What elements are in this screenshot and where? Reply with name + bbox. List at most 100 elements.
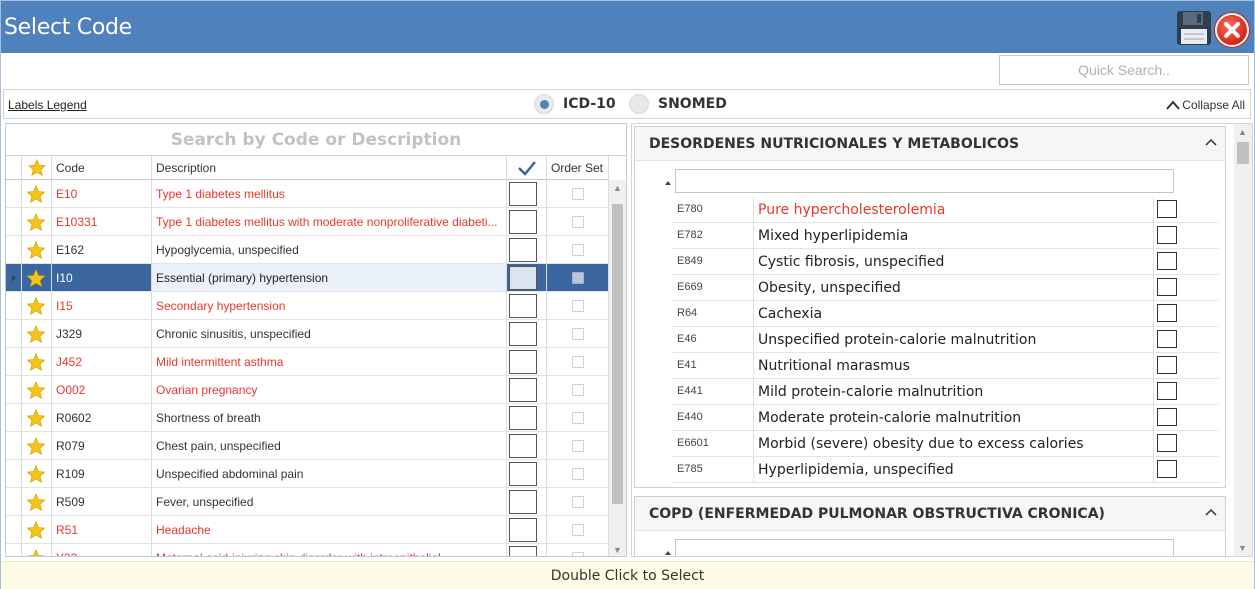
star-icon[interactable] (26, 185, 46, 203)
item-checkbox[interactable] (1157, 330, 1177, 348)
code-column-header[interactable]: Code (52, 156, 152, 179)
star-icon[interactable] (26, 325, 46, 343)
group-header[interactable]: COPD (ENFERMEDAD PULMONAR OBSTRUCTIVA CR… (635, 497, 1225, 531)
snomed-radio-label[interactable]: SNOMED (658, 96, 727, 112)
code-cell[interactable]: R109 (52, 460, 152, 487)
icd10-radio-label[interactable]: ICD-10 (563, 96, 616, 112)
grid-scrollbar-thumb[interactable] (612, 204, 623, 504)
grid-scrollbar[interactable]: ▲ ▼ (609, 180, 626, 556)
description-cell[interactable]: Unspecified abdominal pain (152, 460, 507, 487)
order-set-column-header[interactable]: Order Set (547, 156, 609, 179)
select-checkbox[interactable] (509, 406, 537, 430)
star-icon[interactable] (26, 269, 46, 287)
star-icon[interactable] (26, 213, 46, 231)
scroll-down-icon[interactable]: ▼ (613, 545, 622, 555)
star-icon[interactable] (26, 521, 46, 539)
chevron-up-icon[interactable] (1205, 508, 1217, 516)
order-set-checkbox[interactable] (572, 496, 584, 508)
star-icon[interactable] (26, 437, 46, 455)
favorite-cell[interactable] (22, 264, 52, 291)
table-row[interactable]: R0602 Shortness of breath (6, 404, 609, 432)
item-checkbox[interactable] (1157, 200, 1177, 218)
scroll-down-icon[interactable]: ▼ (1238, 543, 1247, 553)
code-cell[interactable]: J452 (52, 348, 152, 375)
snomed-radio[interactable] (629, 94, 649, 114)
description-cell[interactable]: Ovarian pregnancy (152, 376, 507, 403)
code-cell[interactable]: I10 (52, 264, 152, 291)
star-icon[interactable] (26, 493, 46, 511)
select-checkbox[interactable] (509, 434, 537, 458)
code-cell[interactable]: J329 (52, 320, 152, 347)
order-set-checkbox[interactable] (572, 524, 584, 536)
table-row[interactable]: R509 Fever, unspecified (6, 488, 609, 516)
select-checkbox[interactable] (509, 462, 537, 486)
code-cell[interactable]: O002 (52, 376, 152, 403)
favorite-cell[interactable] (22, 488, 52, 515)
select-checkbox[interactable] (509, 490, 537, 514)
description-cell[interactable]: Fever, unspecified (152, 488, 507, 515)
item-checkbox[interactable] (1157, 434, 1177, 452)
order-set-checkbox[interactable] (572, 216, 584, 228)
list-item[interactable]: E785 Hyperlipidemia, unspecified (673, 457, 1219, 483)
labels-legend-link[interactable]: Labels Legend (8, 98, 87, 112)
select-checkbox[interactable] (509, 182, 537, 206)
favorite-cell[interactable] (22, 292, 52, 319)
group-header[interactable]: DESORDENES NUTRICIONALES Y METABOLICOS (635, 127, 1225, 161)
chevron-up-icon[interactable] (1205, 138, 1217, 146)
description-cell[interactable]: Shortness of breath (152, 404, 507, 431)
order-set-checkbox[interactable] (572, 468, 584, 480)
code-cell[interactable]: Y33 (52, 544, 152, 556)
select-checkbox[interactable] (509, 238, 537, 262)
select-checkbox[interactable] (509, 210, 537, 234)
star-icon[interactable] (26, 465, 46, 483)
select-checkbox[interactable] (509, 518, 537, 542)
item-checkbox[interactable] (1157, 252, 1177, 270)
favorite-cell[interactable] (22, 404, 52, 431)
table-row[interactable]: I10 Essential (primary) hypertension (6, 264, 609, 292)
favorite-cell[interactable] (22, 376, 52, 403)
select-column-header[interactable] (507, 156, 547, 179)
table-row[interactable]: E10 Type 1 diabetes mellitus (6, 180, 609, 208)
star-icon[interactable] (26, 409, 46, 427)
order-set-checkbox[interactable] (572, 552, 584, 556)
item-checkbox[interactable] (1157, 382, 1177, 400)
favorite-cell[interactable] (22, 516, 52, 543)
favorite-cell[interactable] (22, 180, 52, 207)
list-item[interactable]: E441 Mild protein-calorie malnutrition (673, 379, 1219, 405)
description-cell[interactable]: Essential (primary) hypertension (152, 264, 507, 291)
order-set-checkbox[interactable] (572, 300, 584, 312)
table-row[interactable]: O002 Ovarian pregnancy (6, 376, 609, 404)
item-checkbox[interactable] (1157, 460, 1177, 478)
grid-search-input[interactable]: Search by Code or Description (6, 124, 626, 156)
order-set-checkbox[interactable] (572, 244, 584, 256)
code-cell[interactable]: E10331 (52, 208, 152, 235)
order-set-checkbox[interactable] (572, 356, 584, 368)
table-row[interactable]: Y33Maternal acid-injuring skin disorder … (6, 544, 609, 556)
list-item[interactable]: E6601 Morbid (severe) obesity due to exce… (673, 431, 1219, 457)
code-cell[interactable]: R0602 (52, 404, 152, 431)
star-icon[interactable] (26, 241, 46, 259)
table-row[interactable]: J452 Mild intermittent asthma (6, 348, 609, 376)
order-set-checkbox[interactable] (572, 328, 584, 340)
item-checkbox[interactable] (1157, 278, 1177, 296)
favorite-cell[interactable] (22, 460, 52, 487)
order-set-checkbox[interactable] (572, 440, 584, 452)
item-checkbox[interactable] (1157, 356, 1177, 374)
favorite-cell[interactable] (22, 348, 52, 375)
list-item[interactable]: E780 Pure hypercholesterolemia (673, 197, 1219, 223)
icd10-radio[interactable] (534, 94, 554, 114)
save-button[interactable] (1176, 10, 1212, 46)
description-cell[interactable]: Chronic sinusitis, unspecified (152, 320, 507, 347)
description-cell[interactable]: Hypoglycemia, unspecified (152, 236, 507, 263)
favorite-cell[interactable] (22, 320, 52, 347)
select-checkbox[interactable] (509, 378, 537, 402)
collapse-all-button[interactable]: Collapse All (1166, 98, 1245, 112)
table-row[interactable]: R079 Chest pain, unspecified (6, 432, 609, 460)
select-checkbox[interactable] (509, 294, 537, 318)
star-icon[interactable] (26, 297, 46, 315)
table-row[interactable]: I15 Secondary hypertension (6, 292, 609, 320)
select-checkbox[interactable] (509, 350, 537, 374)
list-item[interactable]: E41 Nutritional marasmus (673, 353, 1219, 379)
group-filter-input[interactable] (675, 169, 1174, 193)
item-checkbox[interactable] (1157, 304, 1177, 322)
